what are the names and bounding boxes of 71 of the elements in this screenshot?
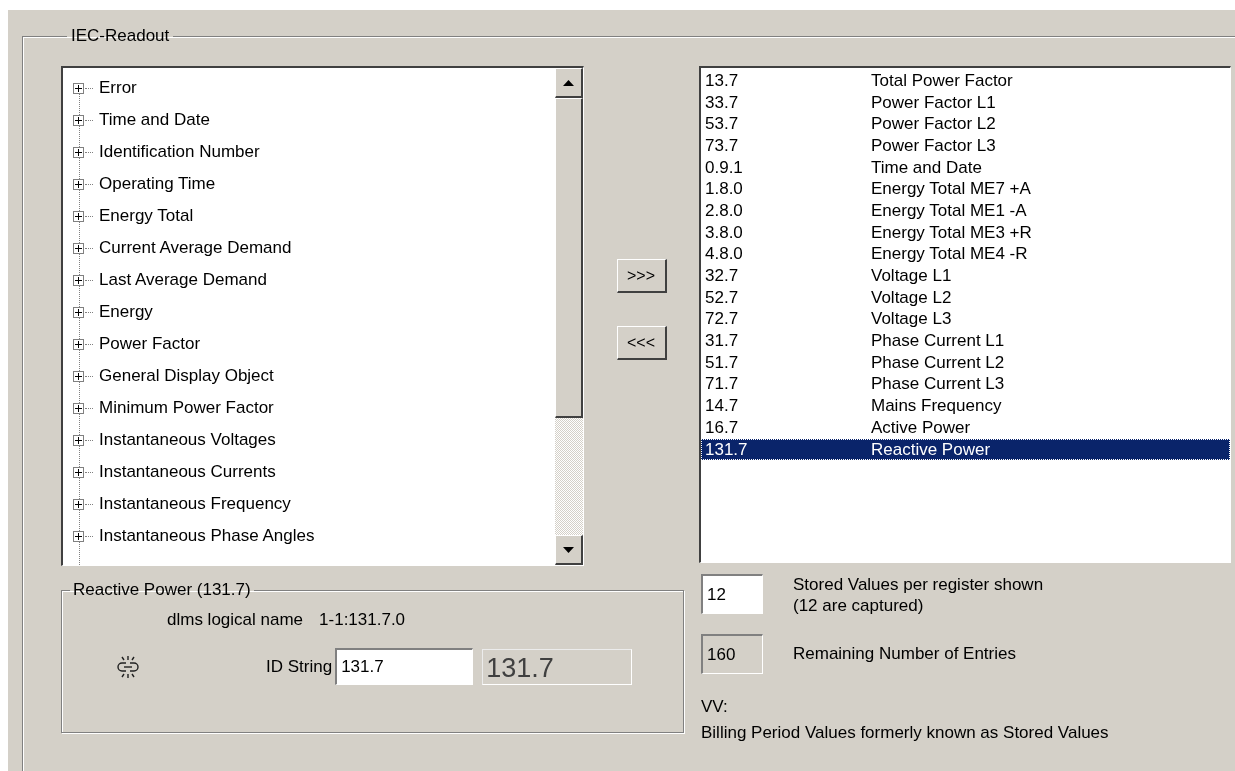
down-arrow-icon (563, 546, 574, 553)
list-row[interactable]: 0.9.1 Time and Date (701, 156, 1230, 179)
group-title: IEC-Readout (70, 26, 171, 46)
tree-item[interactable]: Identification Number (99, 142, 260, 162)
tree-item[interactable]: Instantaneous Currents (99, 462, 276, 482)
list-row[interactable]: 2.8.0 Energy Total ME1 -A (701, 200, 1230, 222)
footnote-text: Billing Period Values formerly known as Stored Values (701, 722, 1109, 744)
expand-icon[interactable] (73, 466, 84, 478)
id-string-display: 131.7 (482, 648, 633, 685)
logical-name-value: 1-1:131.7.0 (319, 610, 406, 630)
captured-note: (12 are captured) (793, 595, 925, 616)
expand-icon[interactable] (73, 146, 84, 158)
tree-item[interactable]: General Display Object (99, 366, 274, 386)
stored-values-label: Stored Values per register shown (793, 574, 1044, 595)
list-row[interactable]: 31.7 Phase Current L1 (701, 330, 1230, 352)
expand-icon[interactable] (73, 210, 84, 222)
list-row[interactable]: 72.7 Voltage L3 (701, 308, 1230, 331)
id-string-label: ID String (266, 656, 333, 677)
expand-icon[interactable] (73, 402, 84, 414)
tree-item[interactable]: Instantaneous Phase Angles (99, 526, 315, 546)
expand-icon[interactable] (73, 498, 84, 510)
expand-icon[interactable] (73, 242, 84, 254)
logical-name-label: dlms logical name (167, 610, 304, 630)
id-string-field[interactable]: 131.7 (335, 648, 474, 685)
tree-item[interactable]: Power Factor (99, 334, 201, 354)
tree-item[interactable]: Error (99, 78, 137, 98)
list-row[interactable]: 71.7 Phase Current L3 (701, 373, 1230, 396)
stored-values-field[interactable]: 12 (701, 574, 763, 614)
list-row[interactable]: 32.7 Voltage L1 (701, 265, 1230, 287)
expand-icon[interactable] (73, 434, 84, 446)
tree-item[interactable]: Time and Date (99, 110, 210, 130)
remaining-entries-label: Remaining Number of Entries (793, 644, 1016, 664)
remove-button[interactable]: <<< (616, 326, 667, 360)
list-row[interactable]: 131.7 Reactive Power (701, 438, 1230, 461)
tree-item[interactable]: Energy (99, 302, 153, 322)
scroll-down-button[interactable] (555, 535, 583, 565)
tree-item[interactable]: Minimum Power Factor (99, 398, 274, 418)
expand-icon[interactable] (73, 370, 84, 382)
expand-icon[interactable] (73, 178, 84, 190)
details-title: Reactive Power (131.7) (72, 580, 252, 600)
tree-item[interactable]: Operating Time (99, 174, 216, 194)
tree-item[interactable]: Energy Total (99, 206, 194, 226)
tree-item[interactable]: Instantaneous Frequency (99, 494, 291, 514)
expand-icon[interactable] (73, 338, 84, 350)
list-row[interactable]: 51.7 Phase Current L2 (701, 351, 1230, 374)
scrollbar[interactable] (555, 68, 583, 565)
broken-link-icon[interactable] (116, 655, 140, 678)
list-row[interactable]: 13.7 Total Power Factor (701, 70, 1230, 92)
tree-item[interactable]: Instantaneous Voltages (99, 430, 276, 450)
remaining-entries-field: 160 (701, 634, 763, 674)
footnote-title: VV: (701, 696, 729, 718)
list-row[interactable]: 4.8.0 Energy Total ME4 -R (701, 243, 1230, 266)
list-row[interactable]: 53.7 Power Factor L2 (701, 113, 1230, 136)
expand-icon[interactable] (73, 114, 84, 126)
list-row[interactable]: 16.7 Active Power (701, 417, 1230, 439)
expand-icon[interactable] (73, 306, 84, 318)
expand-icon[interactable] (73, 530, 84, 542)
tree-item[interactable]: Current Average Demand (99, 238, 292, 258)
list-row[interactable]: 1.8.0 Energy Total ME7 +A (701, 178, 1230, 201)
list-row[interactable]: 33.7 Power Factor L1 (701, 91, 1230, 114)
expand-icon[interactable] (73, 82, 84, 94)
scroll-thumb[interactable] (555, 98, 583, 418)
expand-icon[interactable] (73, 274, 84, 286)
list-row[interactable]: 14.7 Mains Frequency (701, 395, 1230, 417)
scroll-up-button[interactable] (555, 68, 583, 98)
add-button[interactable]: >>> (616, 259, 667, 293)
list-row[interactable]: 3.8.0 Energy Total ME3 +R (701, 221, 1230, 244)
up-arrow-icon (563, 79, 574, 86)
tree-item[interactable]: Last Average Demand (99, 270, 267, 290)
list-row[interactable]: 52.7 Voltage L2 (701, 286, 1230, 309)
list-row[interactable]: 73.7 Power Factor L3 (701, 135, 1230, 157)
